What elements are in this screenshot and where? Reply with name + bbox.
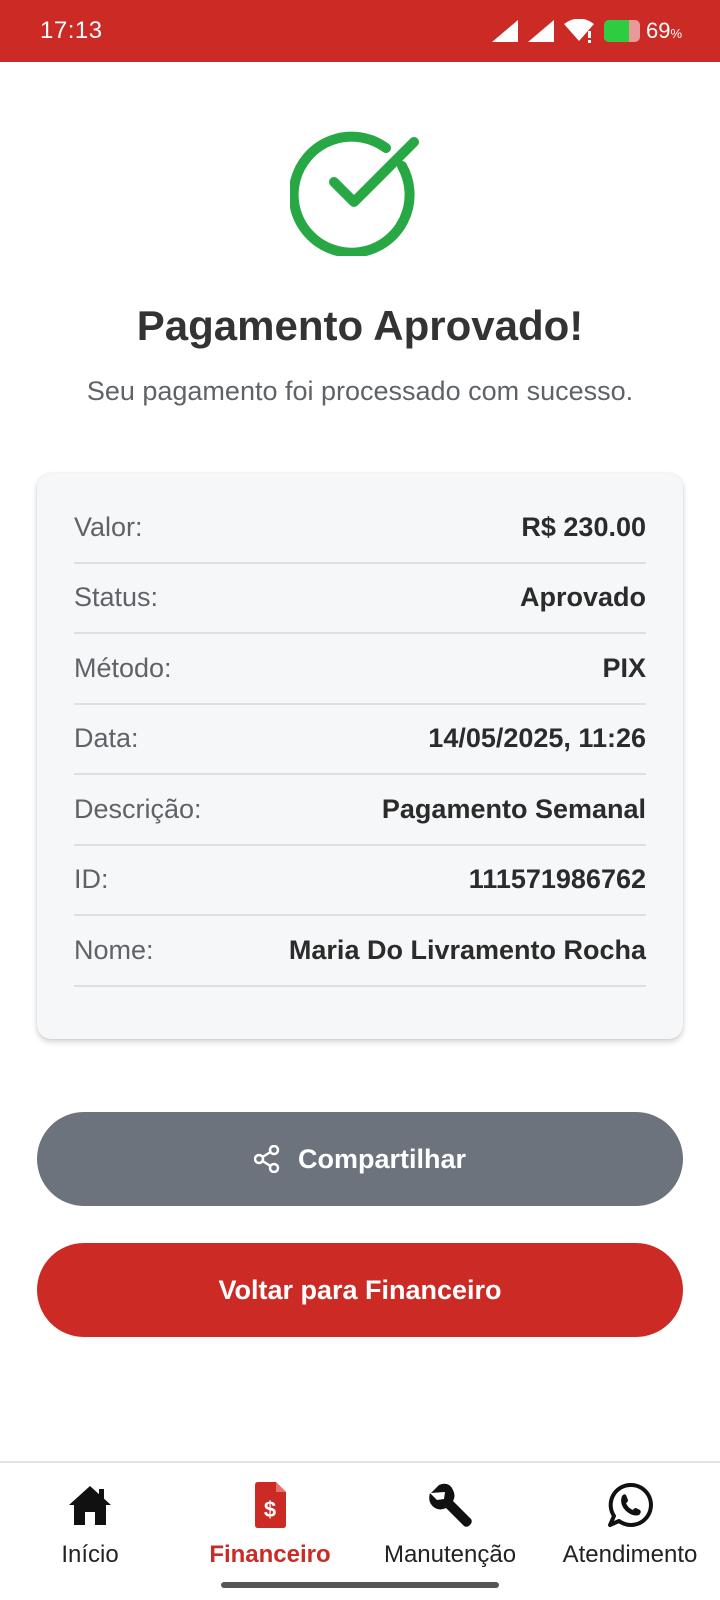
wifi-icon xyxy=(563,19,594,43)
detail-row-status: Status: Aprovado xyxy=(74,564,646,634)
detail-label: Descrição: xyxy=(74,793,202,824)
battery-percent: 69% xyxy=(645,18,682,43)
whatsapp-icon xyxy=(608,1482,653,1527)
detail-label: Valor: xyxy=(74,511,143,542)
signal-icon xyxy=(491,20,518,42)
detail-value: Maria Do Livramento Rocha xyxy=(288,934,646,965)
nav-item-financeiro[interactable]: $ Financeiro xyxy=(180,1463,360,1600)
payment-details-card: Valor: R$ 230.00 Status: Aprovado Método… xyxy=(37,473,683,1039)
back-button-label: Voltar para Financeiro xyxy=(218,1274,502,1305)
battery-indicator: 69% xyxy=(603,18,682,44)
detail-label: Data: xyxy=(74,723,139,754)
detail-row-descricao: Descrição: Pagamento Semanal xyxy=(74,775,646,846)
page-title: Pagamento Aprovado! xyxy=(136,302,584,349)
status-time: 17:13 xyxy=(40,17,103,44)
detail-value: R$ 230.00 xyxy=(521,511,646,542)
bottom-navigation: Início $ Financeiro Manutenção Atendimen… xyxy=(0,1461,720,1600)
status-bar: 17:13 69% xyxy=(0,0,720,62)
svg-text:$: $ xyxy=(264,1497,276,1522)
page-subtitle: Seu pagamento foi processado com sucesso… xyxy=(86,376,634,406)
signal-icon xyxy=(527,20,554,42)
nav-item-atendimento[interactable]: Atendimento xyxy=(540,1463,720,1600)
detail-label: Status: xyxy=(74,582,159,613)
share-button[interactable]: Compartilhar xyxy=(37,1112,683,1206)
detail-row-id: ID: 111571986762 xyxy=(74,846,646,916)
nav-label: Financeiro xyxy=(209,1541,331,1568)
detail-row-valor: Valor: R$ 230.00 xyxy=(74,493,646,564)
nav-label: Manutenção xyxy=(383,1541,517,1568)
battery-icon xyxy=(603,20,640,42)
nav-item-inicio[interactable]: Início xyxy=(0,1463,180,1600)
detail-value: 111571986762 xyxy=(468,864,646,895)
share-icon xyxy=(253,1145,280,1173)
check-circle-icon xyxy=(290,131,419,256)
home-icon xyxy=(69,1486,111,1525)
nav-item-manutencao[interactable]: Manutenção xyxy=(360,1463,540,1600)
detail-row-metodo: Método: PIX xyxy=(74,634,646,705)
nav-label: Atendimento xyxy=(562,1541,698,1568)
home-indicator[interactable] xyxy=(221,1582,499,1588)
share-button-label: Compartilhar xyxy=(297,1143,467,1174)
wrench-icon xyxy=(429,1483,472,1527)
back-to-financeiro-button[interactable]: Voltar para Financeiro xyxy=(37,1243,683,1337)
payment-success-screen: 17:13 69% Pagamento Aprovado! Seu pagame… xyxy=(0,0,720,1600)
invoice-dollar-icon: $ xyxy=(255,1482,286,1528)
detail-value: Aprovado xyxy=(519,582,646,613)
detail-row-data: Data: 14/05/2025, 11:26 xyxy=(74,705,646,775)
detail-value: Pagamento Semanal xyxy=(381,793,646,824)
detail-value: 14/05/2025, 11:26 xyxy=(428,723,646,754)
detail-label: Método: xyxy=(74,652,172,683)
detail-label: ID: xyxy=(74,864,109,895)
status-icons: 69% xyxy=(491,18,682,44)
battery-fill xyxy=(603,20,629,42)
nav-label: Início xyxy=(61,1541,119,1568)
detail-row-nome: Nome: Maria Do Livramento Rocha xyxy=(74,916,646,987)
detail-label: Nome: xyxy=(74,934,154,965)
detail-value: PIX xyxy=(602,652,646,683)
